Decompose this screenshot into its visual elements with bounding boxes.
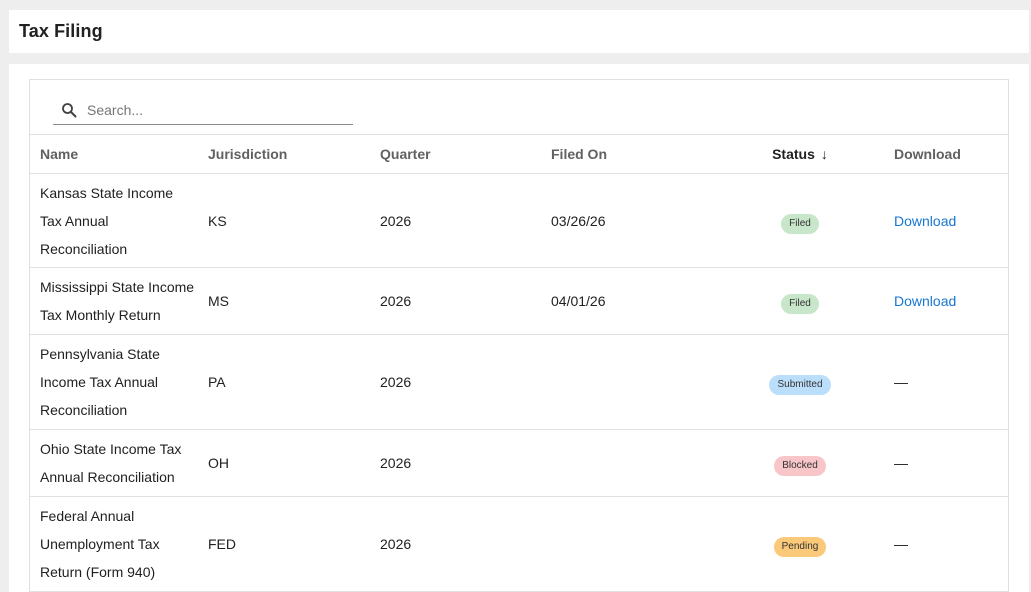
main-panel: Name Jurisdiction Quarter Filed On Statu… xyxy=(9,64,1029,592)
sort-arrow-down-icon: ↓ xyxy=(820,146,828,162)
cell-name: Mississippi State Income Tax Monthly Ret… xyxy=(40,279,195,323)
column-header-filed-on[interactable]: Filed On xyxy=(541,135,716,174)
download-link[interactable]: Download xyxy=(894,213,956,229)
cell-download: Download xyxy=(884,268,1008,335)
cell-quarter: 2026 xyxy=(380,293,412,309)
cell-jurisdiction: MS xyxy=(208,293,229,309)
cell-status: Submitted xyxy=(716,335,884,430)
cell-filed-on xyxy=(541,497,716,592)
table-header-row: Name Jurisdiction Quarter Filed On Statu… xyxy=(30,134,1008,174)
search-input[interactable] xyxy=(87,101,327,118)
cell-name: Kansas State Income Tax Annual Reconcili… xyxy=(40,184,174,257)
cell-name: Ohio State Income Tax Annual Reconciliat… xyxy=(40,441,182,485)
search-icon xyxy=(61,102,77,118)
cell-filed-on xyxy=(541,430,716,497)
cell-jurisdiction: PA xyxy=(208,374,226,390)
column-header-name[interactable]: Name xyxy=(30,135,198,174)
top-bar: Tax Filing xyxy=(9,10,1029,53)
table-row[interactable]: Federal Annual Unemployment Tax Return (… xyxy=(30,497,1008,592)
cell-jurisdiction: KS xyxy=(208,212,227,229)
column-header-status[interactable]: Status ↓ xyxy=(716,135,884,174)
cell-download: — xyxy=(894,374,908,390)
status-badge: Filed xyxy=(781,213,819,234)
cell-status: Blocked xyxy=(716,430,884,497)
search-bar[interactable] xyxy=(53,95,353,125)
filings-table: Name Jurisdiction Quarter Filed On Statu… xyxy=(30,134,1008,592)
status-badge: Filed xyxy=(781,294,819,314)
cell-download: Download xyxy=(884,174,1008,268)
cell-status: Filed xyxy=(716,174,884,268)
status-badge: Blocked xyxy=(774,456,826,476)
cell-jurisdiction: FED xyxy=(208,536,236,552)
cell-download: — xyxy=(894,455,908,471)
column-header-jurisdiction[interactable]: Jurisdiction xyxy=(198,135,370,174)
column-header-download[interactable]: Download xyxy=(884,135,1008,174)
cell-filed-on: 03/26/26 xyxy=(551,212,606,229)
status-badge: Submitted xyxy=(769,375,831,395)
table-row[interactable]: Mississippi State Income Tax Monthly Ret… xyxy=(30,268,1008,335)
cell-quarter: 2026 xyxy=(380,212,412,229)
cell-name: Federal Annual Unemployment Tax Return (… xyxy=(40,508,160,580)
table-row[interactable]: Kansas State Income Tax Annual Reconcili… xyxy=(30,174,1008,268)
cell-jurisdiction: OH xyxy=(208,455,229,471)
column-header-quarter[interactable]: Quarter xyxy=(370,135,541,174)
cell-download: — xyxy=(894,536,908,552)
cell-quarter: 2026 xyxy=(380,536,412,552)
cell-filed-on xyxy=(541,335,716,430)
table-row[interactable]: Ohio State Income Tax Annual Reconciliat… xyxy=(30,430,1008,497)
cell-quarter: 2026 xyxy=(380,455,412,471)
cell-name: Pennsylvania State Income Tax Annual Rec… xyxy=(40,346,160,418)
tax-filing-card: Name Jurisdiction Quarter Filed On Statu… xyxy=(29,79,1009,592)
cell-filed-on: 04/01/26 xyxy=(551,293,606,309)
cell-status: Pending xyxy=(716,497,884,592)
column-header-status-label: Status xyxy=(772,146,815,162)
download-link[interactable]: Download xyxy=(894,293,956,309)
table-row[interactable]: Pennsylvania State Income Tax Annual Rec… xyxy=(30,335,1008,430)
page-title: Tax Filing xyxy=(19,21,103,41)
status-badge: Pending xyxy=(773,537,827,557)
cell-status: Filed xyxy=(716,268,884,335)
cell-quarter: 2026 xyxy=(380,374,412,390)
